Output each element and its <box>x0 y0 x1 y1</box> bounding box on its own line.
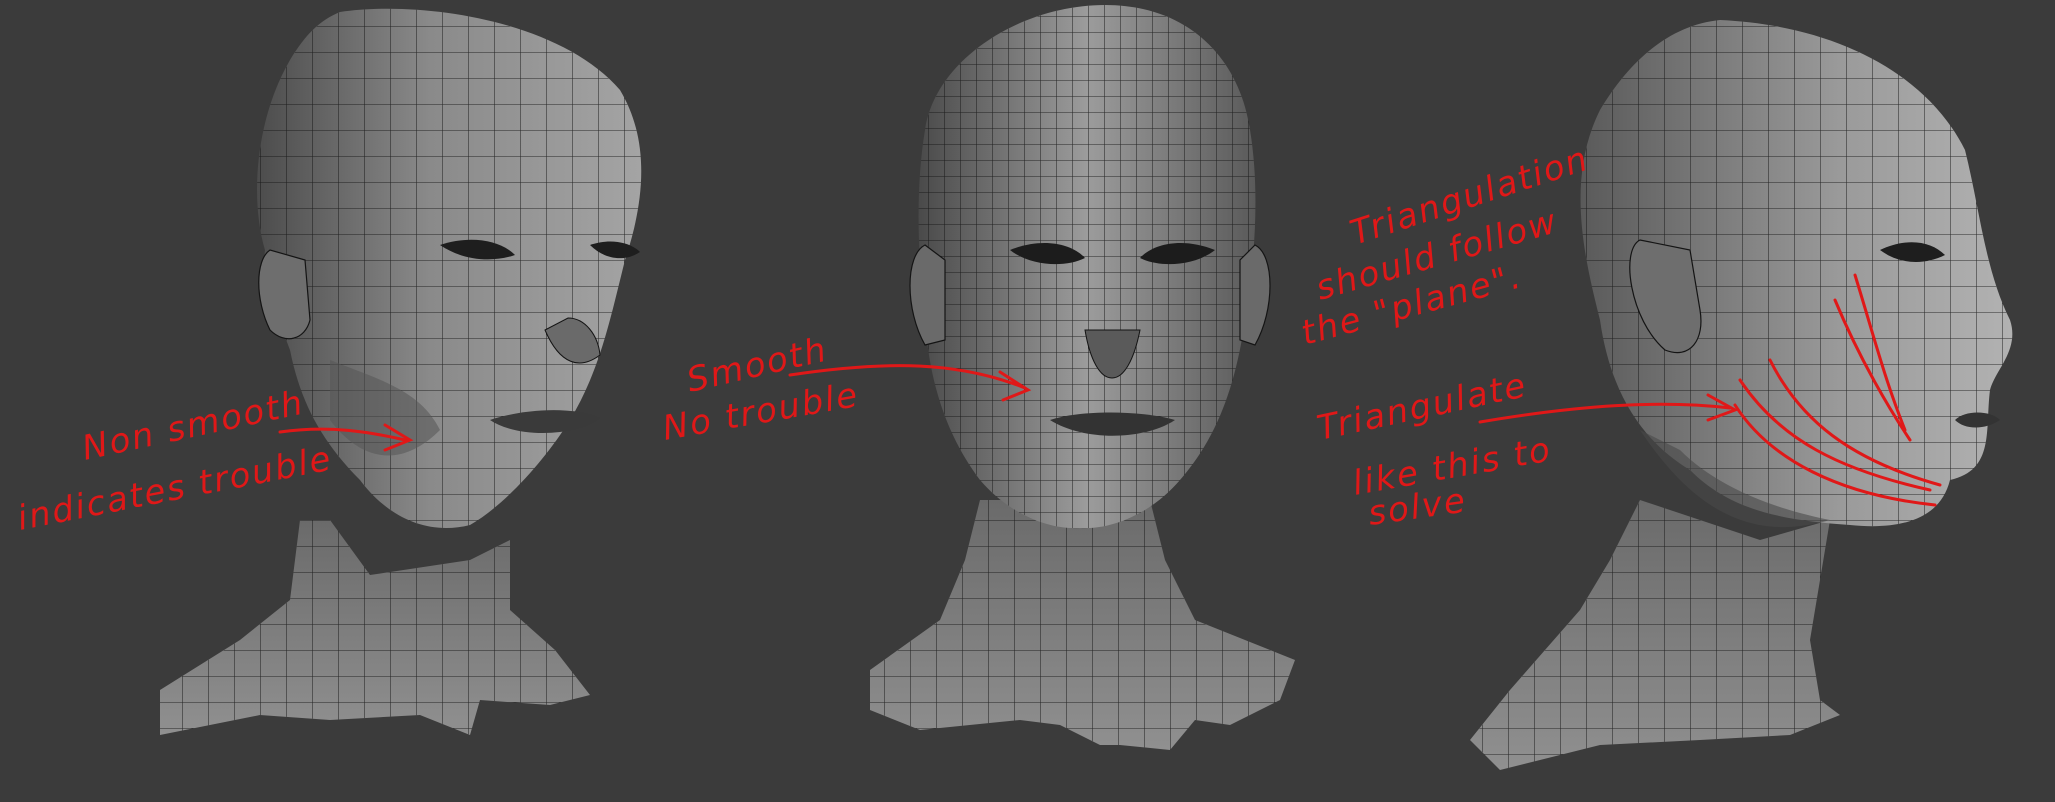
3d-viewport: Non smooth indicates trouble Smooth No t… <box>0 0 2055 802</box>
annotation-non-smooth-line2: indicates trouble <box>14 439 336 539</box>
head-mesh-right <box>1470 20 2013 770</box>
head-mesh-left <box>160 8 642 735</box>
annotation-tri-solve-line1: Triangulate <box>1314 365 1531 449</box>
head-mesh-center <box>870 5 1295 750</box>
mesh-comparison-scene: Non smooth indicates trouble Smooth No t… <box>14 5 2013 770</box>
annotation-triangulation-plane: Triangulation should follow the "plane". <box>1297 139 1594 354</box>
